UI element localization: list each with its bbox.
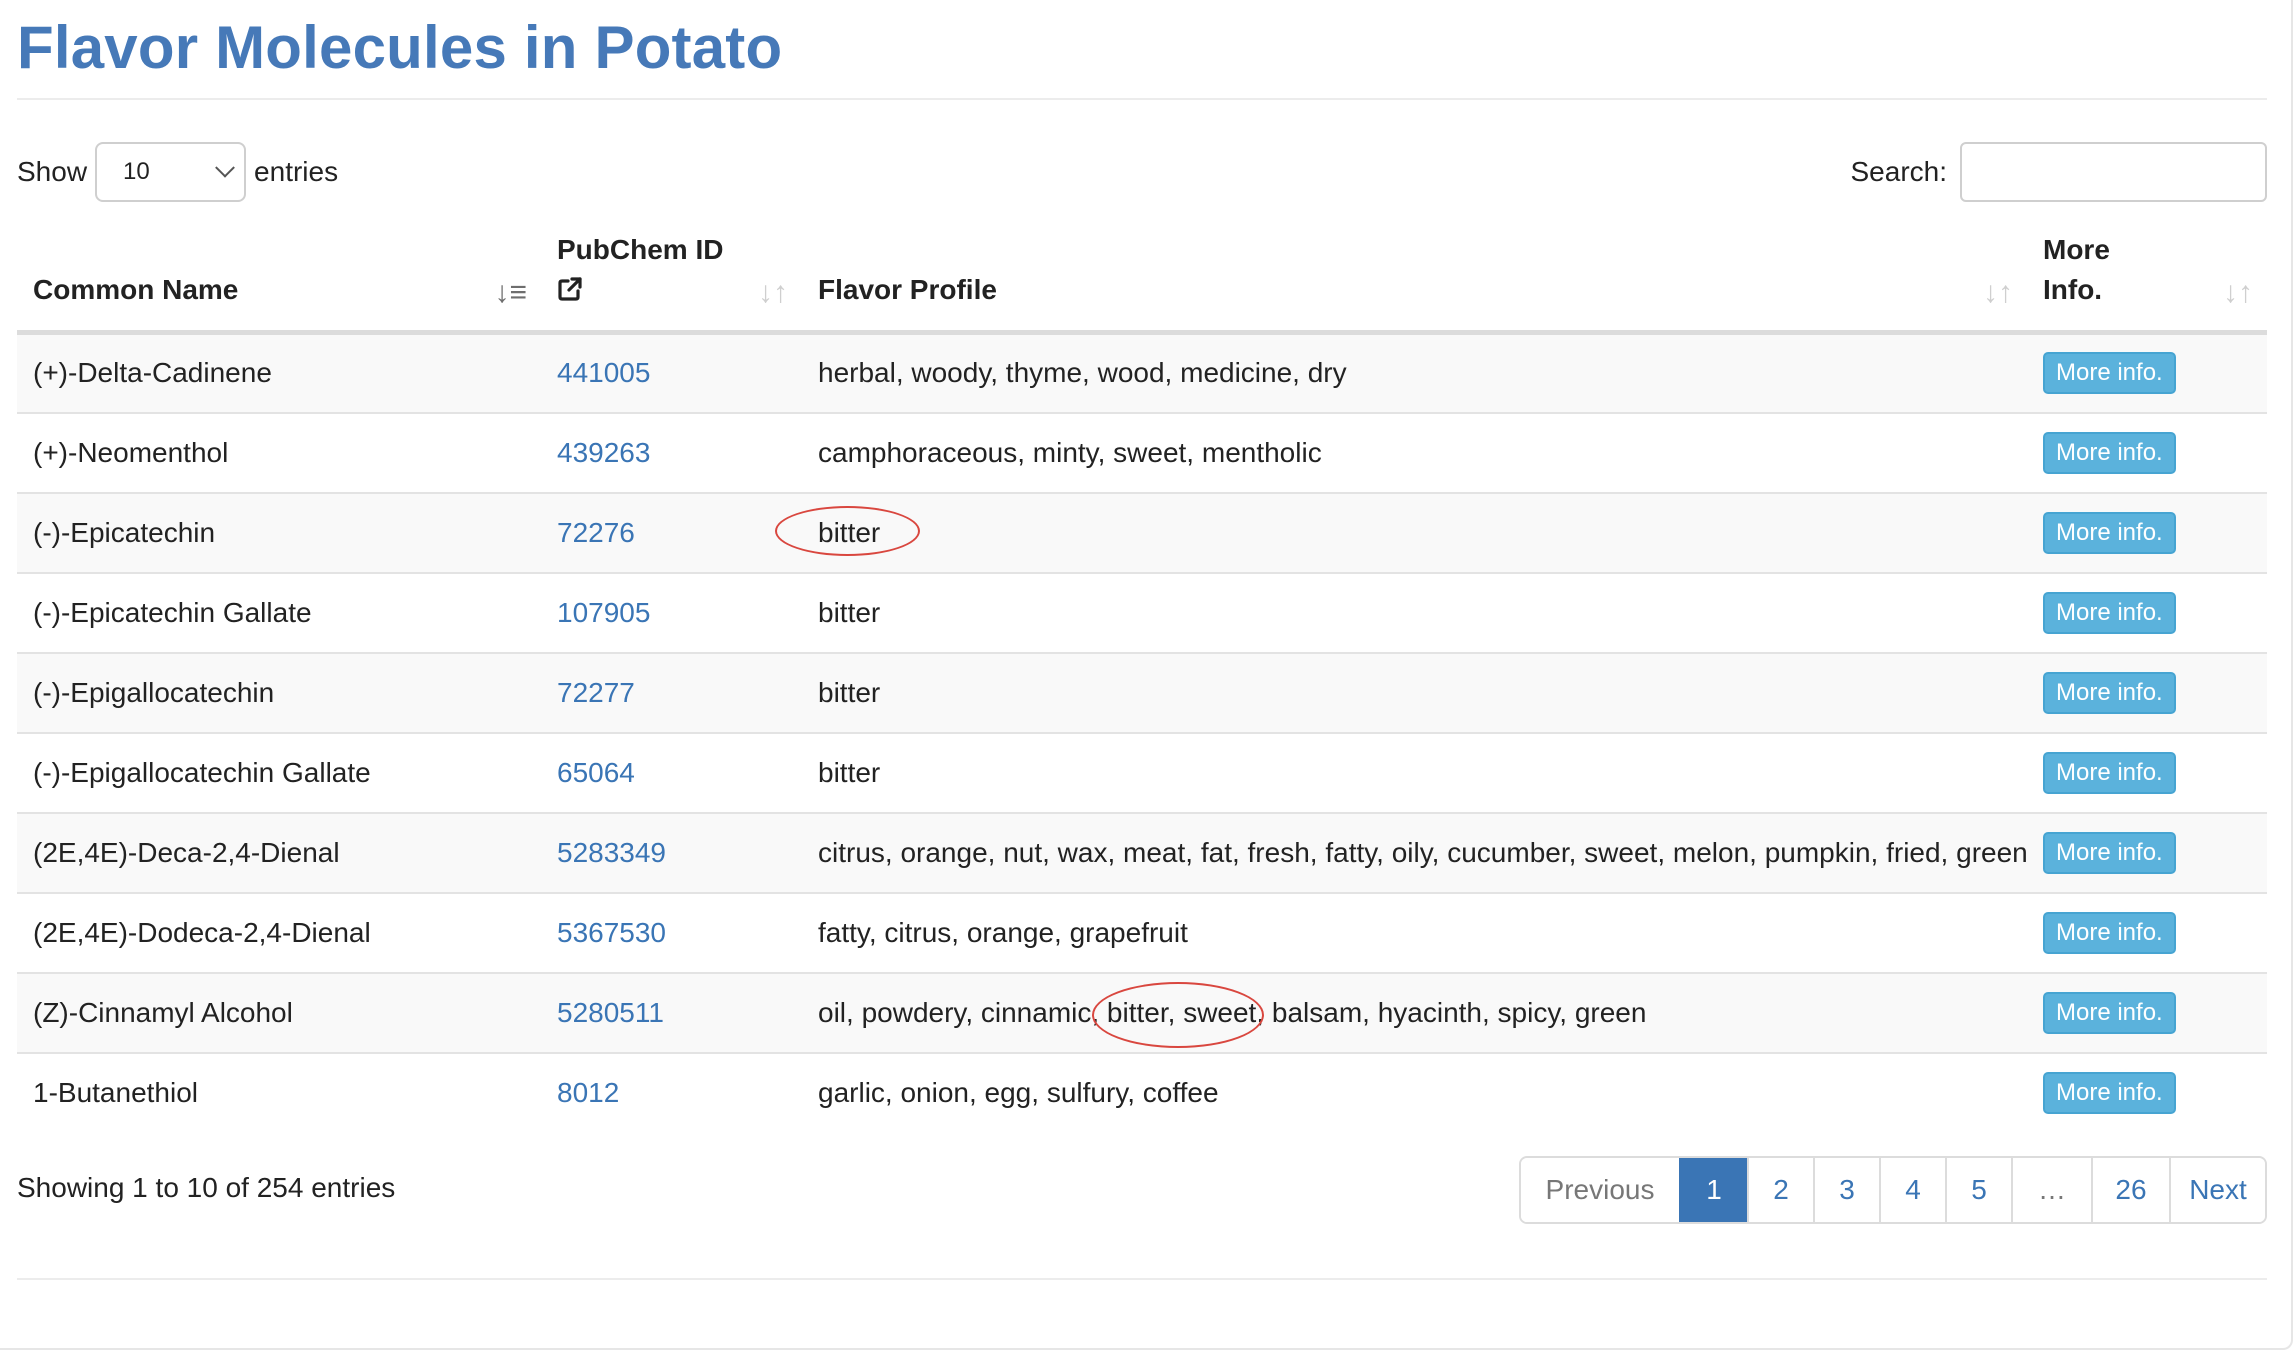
pagination-ellipsis: …: [2011, 1158, 2091, 1222]
more-info-button[interactable]: More info.: [2043, 511, 2176, 554]
column-header-flavor-profile-label: Flavor Profile: [818, 274, 997, 305]
search-label: Search:: [1850, 156, 1948, 187]
common-name-cell: (-)-Epigallocatechin: [17, 652, 541, 734]
pubchem-id-link[interactable]: 65064: [557, 757, 635, 788]
pubchem-id-link[interactable]: 72276: [557, 517, 635, 548]
table-row: (+)-Delta-Cadinene 441005 herbal, woody,…: [17, 332, 2267, 414]
flavor-profile-cell: citrus, orange, nut, wax, meat, fat, fre…: [802, 812, 2028, 894]
pagination-next-button[interactable]: Next: [2169, 1158, 2265, 1222]
pubchem-id-link[interactable]: 5280511: [557, 997, 664, 1028]
common-name-cell: (Z)-Cinnamyl Alcohol: [17, 972, 541, 1054]
pagination: Previous 1 2 3 4 5 … 26 Next: [1519, 1156, 2267, 1224]
column-header-more-info-label-line1: More: [2043, 234, 2110, 265]
more-info-button[interactable]: More info.: [2043, 671, 2176, 714]
sort-both-icon: ↓↑: [1983, 276, 2013, 309]
flavor-profile-cell: bitter: [802, 732, 2027, 814]
common-name-cell: (-)-Epicatechin Gallate: [17, 572, 541, 654]
more-info-button[interactable]: More info.: [2043, 1072, 2176, 1114]
common-name-cell: 1-Butanethiol: [33, 1077, 199, 1108]
page-title: Flavor Molecules in Potato: [17, 14, 783, 81]
entries-label: entries: [254, 156, 339, 187]
external-link-icon: [558, 277, 582, 301]
more-info-button[interactable]: More info.: [2043, 352, 2176, 395]
table-row: (2E,4E)-Dodeca-2,4-Dienal 5367530 fatty,…: [17, 892, 2267, 974]
column-header-pubchem-id-label: PubChem ID: [557, 234, 724, 265]
flavor-profile-cell: garlic, onion, egg, sulfury, coffee: [818, 1077, 1219, 1108]
more-info-button[interactable]: More info.: [2043, 591, 2176, 634]
flavor-profile-cell: bitter: [802, 572, 2027, 654]
table-row: (-)-Epigallocatechin Gallate 65064 bitte…: [17, 732, 2267, 814]
pubchem-id-link[interactable]: 5367530: [557, 917, 666, 948]
column-header-more-info[interactable]: More Info. ↓↑: [2027, 230, 2267, 335]
common-name-cell: (+)-Neomenthol: [17, 412, 541, 494]
more-info-button[interactable]: More info.: [2043, 431, 2176, 474]
flavor-profile-cell: bitter: [775, 492, 2027, 574]
flavor-profile-cell: fatty, citrus, orange, grapefruit: [802, 892, 2027, 974]
more-info-button[interactable]: More info.: [2043, 991, 2176, 1034]
pubchem-id-link[interactable]: 72277: [557, 677, 635, 708]
pubchem-id-link[interactable]: 8012: [557, 1077, 619, 1108]
pubchem-id-link[interactable]: 5283349: [557, 837, 666, 868]
column-header-flavor-profile[interactable]: Flavor Profile ↓↑: [802, 230, 2027, 335]
common-name-cell: (-)-Epicatechin: [17, 492, 541, 574]
sort-both-icon: ↓↑: [758, 276, 788, 309]
common-name-cell: (+)-Delta-Cadinene: [17, 332, 541, 414]
pagination-page-5[interactable]: 5: [1945, 1158, 2011, 1222]
pubchem-id-link[interactable]: 441005: [557, 357, 650, 388]
pagination-page-26[interactable]: 26: [2091, 1158, 2169, 1222]
table-row: (-)-Epicatechin Gallate 107905 bitter Mo…: [17, 572, 2267, 654]
pagination-page-1[interactable]: 1: [1679, 1158, 1747, 1222]
pagination-page-3[interactable]: 3: [1813, 1158, 1879, 1222]
column-header-common-name-label: Common Name: [33, 274, 239, 305]
flavor-profile-text: oil, powdery, cinnamic, bitter, sweet, b…: [818, 996, 1647, 1028]
bottom-divider: [17, 1278, 2267, 1280]
entries-per-page-value: 10: [123, 158, 150, 185]
flavor-profile-cell: camphoraceous, minty, sweet, mentholic: [802, 412, 2027, 494]
more-info-button[interactable]: More info.: [2043, 831, 2176, 874]
pagination-previous-button[interactable]: Previous: [1521, 1158, 1679, 1222]
column-header-common-name[interactable]: Common Name ↓≡: [17, 230, 541, 335]
sort-ascending-icon: ↓≡: [494, 276, 527, 309]
table-row: (2E,4E)-Deca-2,4-Dienal 5283349 citrus, …: [17, 812, 2267, 894]
flavor-molecules-table: Common Name ↓≡ PubChem ID ↓↑ Flavor Prof…: [17, 230, 2267, 1133]
more-info-button[interactable]: More info.: [2043, 751, 2176, 794]
pubchem-id-link[interactable]: 107905: [557, 597, 650, 628]
pubchem-id-link[interactable]: 439263: [557, 437, 650, 468]
pagination-page-4[interactable]: 4: [1879, 1158, 1945, 1222]
table-row: (-)-Epigallocatechin 72277 bitter More i…: [17, 652, 2267, 734]
pagination-page-2[interactable]: 2: [1747, 1158, 1813, 1222]
column-header-pubchem-id[interactable]: PubChem ID ↓↑: [541, 230, 802, 335]
table-row: (+)-Neomenthol 439263 camphoraceous, min…: [17, 412, 2267, 494]
column-header-more-info-label-line2: Info.: [2043, 274, 2103, 305]
flavor-profile-cell: oil, powdery, cinnamic, bitter, sweet, b…: [802, 972, 2027, 1054]
table-row: (Z)-Cinnamyl Alcohol 5280511 oil, powder…: [17, 972, 2267, 1054]
search-input[interactable]: [1960, 142, 2267, 202]
table-row: (-)-Epicatechin 72276 bitter More info.: [17, 492, 2267, 574]
common-name-cell: (2E,4E)-Deca-2,4-Dienal: [17, 812, 541, 894]
search-control: Search:: [1850, 141, 2267, 203]
chevron-down-icon: [215, 157, 235, 178]
more-info-button[interactable]: More info.: [2043, 911, 2176, 954]
entries-length-control: Show 10 entries: [17, 141, 338, 203]
flavor-profile-cell: bitter: [802, 652, 2027, 734]
title-divider: [17, 98, 2267, 100]
flavor-profile-text: bitter: [818, 516, 881, 548]
table-row: 1-Butanethiol 8012 garlic, onion, egg, s…: [17, 1053, 2267, 1133]
table-header-row: Common Name ↓≡ PubChem ID ↓↑ Flavor Prof…: [17, 230, 2267, 335]
sort-both-icon: ↓↑: [2223, 276, 2253, 309]
common-name-cell: (2E,4E)-Dodeca-2,4-Dienal: [17, 892, 541, 974]
show-label: Show: [17, 156, 88, 187]
flavor-profile-cell: herbal, woody, thyme, wood, medicine, dr…: [802, 332, 2027, 414]
table-info-text: Showing 1 to 10 of 254 entries: [17, 1172, 396, 1203]
entries-per-page-select[interactable]: 10: [95, 142, 247, 202]
common-name-cell: (-)-Epigallocatechin Gallate: [17, 732, 541, 814]
